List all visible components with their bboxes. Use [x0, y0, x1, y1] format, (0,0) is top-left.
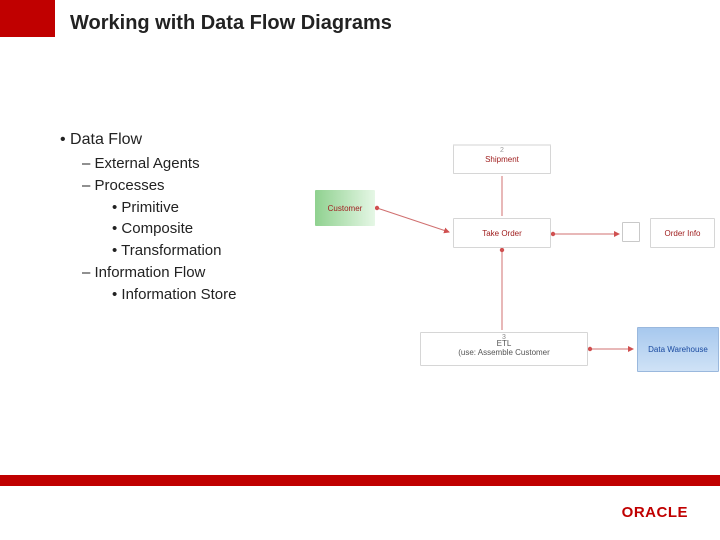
- bullet-l3-composite: Composite: [112, 218, 236, 240]
- bullet-l3-transformation: Transformation: [112, 240, 236, 262]
- bullet-l3-primitive: Primitive: [112, 197, 236, 219]
- oracle-logo: ORACLE: [622, 504, 688, 521]
- node-etl: 3 ETL (use: Assemble Customer: [420, 332, 588, 366]
- header-red-block: [0, 0, 55, 37]
- node-small-connector: [622, 222, 640, 242]
- node-data-warehouse: Data Warehouse: [637, 327, 719, 372]
- node-shipment: 2 Shipment: [453, 144, 551, 174]
- node-take-order: Take Order: [453, 218, 551, 248]
- bullet-l3-infostore: Information Store: [112, 284, 236, 306]
- node-customer-label: Customer: [328, 204, 363, 213]
- diagram-container: Customer 2 Shipment Take Order Order Inf…: [315, 142, 720, 402]
- slide-title: Working with Data Flow Diagrams: [70, 12, 392, 35]
- bullet-l2-agents: External Agents: [82, 153, 236, 175]
- node-etl-label-2: (use: Assemble Customer: [458, 349, 550, 358]
- node-order-info-label: Order Info: [664, 229, 700, 238]
- node-shipment-number: 2: [500, 147, 504, 154]
- bullet-l2-processes: Processes: [82, 175, 236, 197]
- node-customer: Customer: [315, 190, 375, 226]
- footer-red-bar: [0, 475, 720, 486]
- node-take-order-label: Take Order: [482, 229, 522, 238]
- bullet-l1: Data Flow: [60, 128, 236, 151]
- node-order-info: Order Info: [650, 218, 715, 248]
- node-shipment-label: Shipment: [485, 155, 519, 164]
- node-data-warehouse-label: Data Warehouse: [648, 345, 708, 354]
- bullet-l2-infoflow: Information Flow: [82, 262, 236, 284]
- bullet-list: Data Flow External Agents Processes Prim…: [60, 128, 236, 305]
- node-etl-number: 3: [502, 334, 506, 342]
